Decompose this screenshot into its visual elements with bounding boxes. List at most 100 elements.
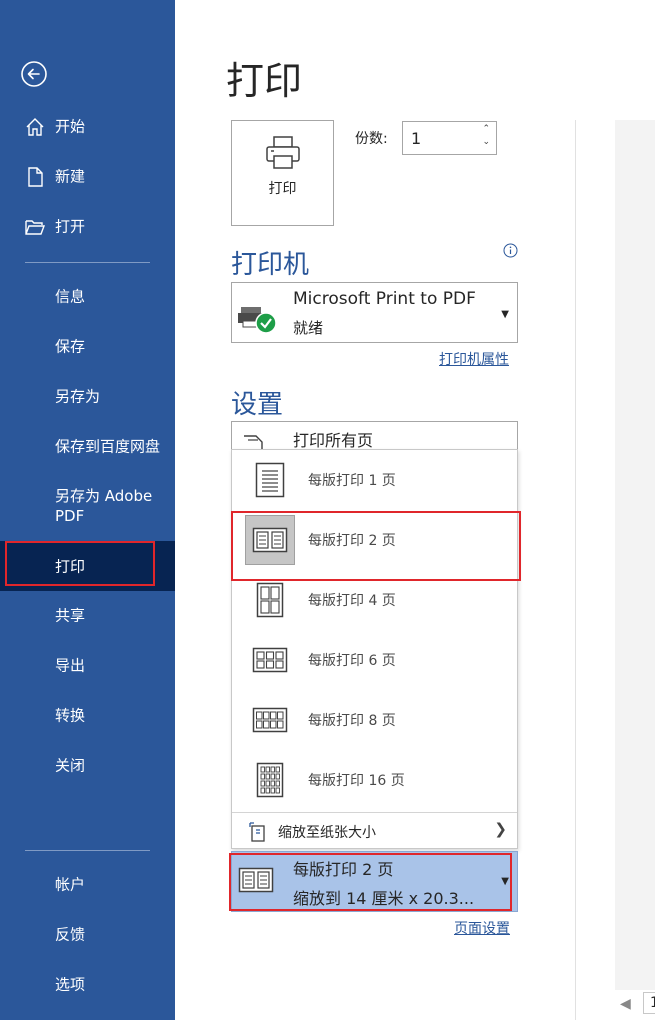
home-icon <box>26 118 44 136</box>
four-pages-icon <box>256 582 284 618</box>
sidebar-item-options[interactable]: 选项 <box>0 964 175 1004</box>
menu-item-6-pages[interactable]: 每版打印 6 页 <box>232 630 517 690</box>
new-document-icon <box>28 167 43 187</box>
sidebar-item-save-as-pdf[interactable]: 另存为 Adobe PDF <box>0 482 175 530</box>
icon-frame <box>245 695 295 745</box>
sidebar-item-save-as[interactable]: 另存为 <box>0 376 175 416</box>
icon-frame <box>245 455 295 505</box>
scale-to-paper-label: 缩放至纸张大小 <box>278 825 376 841</box>
scale-to-paper-item[interactable]: 缩放至纸张大小 ❯ <box>232 813 517 849</box>
sidebar-item-label: 导出 <box>55 656 86 675</box>
pages-per-sheet-value: 每版打印 2 页 <box>293 860 394 879</box>
sidebar-item-label: 选项 <box>55 975 86 994</box>
scale-description: 缩放到 14 厘米 x 20.3... <box>293 889 475 908</box>
menu-item-label: 每版打印 8 页 <box>308 713 396 729</box>
back-arrow-icon <box>21 61 47 87</box>
sidebar-item-open[interactable]: 打开 <box>0 206 175 246</box>
menu-item-1-page[interactable]: 每版打印 1 页 <box>232 450 517 510</box>
icon-frame <box>245 755 295 805</box>
sidebar-item-label: 保存 <box>55 337 86 356</box>
sidebar-divider <box>25 262 150 263</box>
copies-label: 份数: <box>355 131 388 147</box>
printer-properties-link[interactable]: 打印机属性 <box>439 349 509 369</box>
page-setup-link[interactable]: 页面设置 <box>454 918 510 938</box>
page-number-input[interactable]: 1 <box>643 992 655 1014</box>
two-pages-icon <box>252 527 288 553</box>
sidebar-item-print[interactable]: 打印 <box>0 541 175 591</box>
sidebar-item-feedback[interactable]: 反馈 <box>0 914 175 954</box>
sidebar-item-label: 另存为 Adobe PDF <box>55 487 153 525</box>
icon-frame <box>245 575 295 625</box>
sidebar-item-export[interactable]: 导出 <box>0 645 175 685</box>
print-button[interactable]: 打印 <box>231 120 334 226</box>
sidebar-item-label: 打印 <box>55 557 86 576</box>
menu-item-8-pages[interactable]: 每版打印 8 页 <box>232 690 517 750</box>
printer-icon <box>266 136 300 169</box>
sidebar-item-label: 反馈 <box>55 925 86 944</box>
sidebar-item-label: 打开 <box>55 217 86 236</box>
sidebar-item-label: 保存到百度网盘 <box>55 437 161 456</box>
sidebar-item-convert[interactable]: 转换 <box>0 695 175 735</box>
printer-ready-icon <box>238 307 277 334</box>
sidebar-item-close[interactable]: 关闭 <box>0 745 175 785</box>
sidebar-item-label: 信息 <box>55 287 86 306</box>
chevron-down-icon: ▼ <box>501 876 509 887</box>
sidebar-divider <box>25 850 150 851</box>
spin-down-icon[interactable]: ⌄ <box>482 137 490 147</box>
menu-item-label: 每版打印 6 页 <box>308 653 396 669</box>
sidebar-item-save[interactable]: 保存 <box>0 326 175 366</box>
menu-item-4-pages[interactable]: 每版打印 4 页 <box>232 570 517 630</box>
sidebar-item-label: 转换 <box>55 706 86 725</box>
chevron-right-icon: ❯ <box>494 820 507 838</box>
open-folder-icon <box>25 220 46 235</box>
copies-stepper[interactable]: 1 ⌃ ⌄ <box>402 121 497 155</box>
sidebar-item-label: 另存为 <box>55 387 101 406</box>
settings-heading: 设置 <box>231 390 284 420</box>
menu-item-label: 每版打印 4 页 <box>308 593 396 609</box>
eight-pages-icon <box>252 707 288 733</box>
print-button-label: 打印 <box>268 181 297 197</box>
printer-name: Microsoft Print to PDF <box>293 289 476 309</box>
two-pages-icon <box>238 867 274 893</box>
printer-status: 就绪 <box>293 319 324 337</box>
info-icon[interactable] <box>503 243 518 258</box>
menu-item-label: 每版打印 2 页 <box>308 533 396 549</box>
sidebar-item-account[interactable]: 帐户 <box>0 864 175 904</box>
sidebar: 开始 新建 打开 信息 保存 另存为 保存到百度网盘 另存为 Adobe PDF… <box>0 0 175 1020</box>
icon-frame <box>245 515 295 565</box>
spin-up-icon[interactable]: ⌃ <box>482 124 490 134</box>
sidebar-item-info[interactable]: 信息 <box>0 276 175 316</box>
icon-frame <box>245 635 295 685</box>
sidebar-item-label: 帐户 <box>55 875 86 894</box>
sidebar-item-save-to-baidu[interactable]: 保存到百度网盘 <box>0 426 175 466</box>
sidebar-item-new[interactable]: 新建 <box>0 156 175 196</box>
sidebar-item-label: 共享 <box>55 606 86 625</box>
printer-dropdown[interactable]: Microsoft Print to PDF 就绪 ▼ <box>231 282 518 343</box>
sidebar-item-home[interactable]: 开始 <box>0 106 175 146</box>
one-page-icon <box>255 462 285 498</box>
sidebar-item-label: 开始 <box>55 117 86 136</box>
print-backstage: 开始 新建 打开 信息 保存 另存为 保存到百度网盘 另存为 Adobe PDF… <box>0 0 655 1020</box>
back-button[interactable] <box>20 60 48 88</box>
scale-page-icon <box>249 822 265 842</box>
panel-divider <box>575 120 576 1020</box>
menu-item-label: 每版打印 16 页 <box>308 773 405 789</box>
page-number: 1 <box>650 995 655 1011</box>
pages-per-sheet-dropdown[interactable]: 每版打印 2 页 缩放到 14 厘米 x 20.3... ▼ <box>231 851 518 912</box>
sidebar-item-share[interactable]: 共享 <box>0 595 175 635</box>
printer-heading: 打印机 <box>231 250 310 280</box>
sixteen-pages-icon <box>256 762 284 798</box>
pages-per-sheet-menu: 每版打印 1 页 每版打印 2 页 每版打印 4 页 每版打印 6 页 每版打印… <box>231 449 518 849</box>
sidebar-item-label: 新建 <box>55 167 86 186</box>
print-range-dropdown[interactable]: 打印所有页 <box>231 421 518 449</box>
copies-value: 1 <box>411 129 422 148</box>
sidebar-item-label: 关闭 <box>55 756 86 775</box>
previous-page-icon[interactable]: ◀ <box>620 996 631 1012</box>
six-pages-icon <box>252 647 288 673</box>
print-preview <box>615 120 655 990</box>
chevron-down-icon: ▼ <box>501 309 509 320</box>
menu-item-2-pages[interactable]: 每版打印 2 页 <box>232 510 517 570</box>
print-range-value: 打印所有页 <box>293 431 374 449</box>
pages-stack-icon <box>244 435 263 449</box>
menu-item-16-pages[interactable]: 每版打印 16 页 <box>232 750 517 810</box>
